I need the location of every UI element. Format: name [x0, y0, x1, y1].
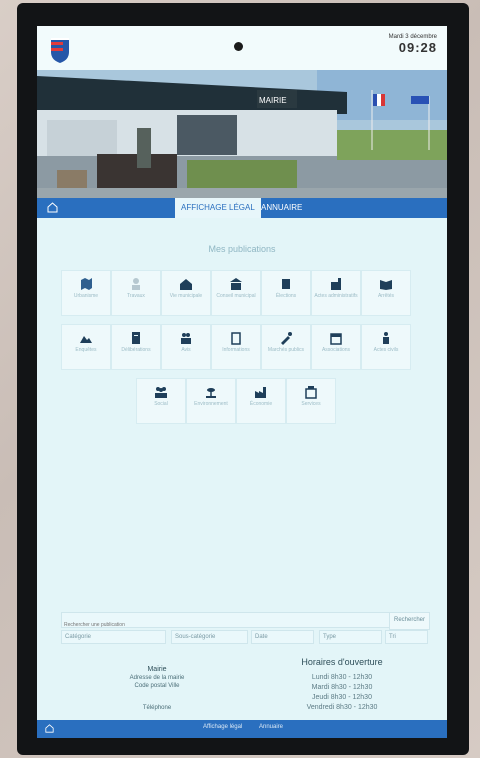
hours-line: Mardi 8h30 - 12h30: [311, 684, 373, 691]
contact-address: Adresse de la mairie: [129, 675, 185, 681]
category-label: Associations: [321, 347, 351, 353]
category-label: Urbanisme: [73, 293, 99, 299]
category-label: Social: [154, 401, 168, 407]
category-label: Élections: [275, 293, 297, 299]
hours-line: Lundi 8h30 - 12h30: [311, 674, 373, 681]
factory-icon: [331, 278, 341, 290]
services-icon: [305, 386, 317, 399]
category-tile[interactable]: Vie municipale: [161, 270, 211, 316]
category-tile[interactable]: Environnement: [186, 378, 236, 424]
hours-title: Horaires d'ouverture: [301, 657, 383, 667]
clipboard-icon: [231, 332, 241, 345]
photo-sign: MAIRIE: [259, 96, 287, 105]
category-tile[interactable]: Travaux: [111, 270, 161, 316]
footer-link-affichage[interactable]: Affichage légal: [203, 724, 242, 730]
category-tile[interactable]: Actes administratifs: [311, 270, 361, 316]
hours-line: Jeudi 8h30 - 12h30: [312, 694, 372, 701]
landscape-icon: [80, 336, 92, 343]
filter-category[interactable]: Catégorie: [61, 630, 166, 644]
top-bar: Mardi 3 décembre 09:28: [37, 26, 447, 72]
document-icon: [132, 332, 140, 344]
footer-bar: Affichage légal Annuaire: [37, 720, 447, 738]
tools-icon: [281, 332, 292, 345]
category-label: Vie municipale: [169, 293, 203, 299]
contact-phone: Téléphone: [142, 705, 172, 711]
book-icon: [380, 280, 392, 290]
category-label: Actes administratifs: [314, 293, 358, 299]
category-label: Services: [301, 401, 321, 407]
category-tile[interactable]: Urbanisme: [61, 270, 111, 316]
search-button[interactable]: Rechercher: [389, 612, 431, 630]
opening-hours: Horaires d'ouverture Lundi 8h30 - 12h30 …: [267, 657, 417, 713]
category-label: Délibérations: [121, 347, 151, 353]
category-tile[interactable]: Enquêtes: [61, 324, 111, 370]
category-tile[interactable]: Actes civils: [361, 324, 411, 370]
building-icon: [230, 278, 242, 290]
contact-city: Code postal Ville: [134, 683, 180, 689]
section-title: Mes publications: [208, 244, 276, 254]
main-nav: AFFICHAGE LÉGAL ANNUAIRE: [37, 198, 447, 218]
group-icon: [155, 387, 167, 398]
plant-icon: [206, 388, 216, 398]
category-tile[interactable]: Élections: [261, 270, 311, 316]
camera-dot: [234, 42, 243, 51]
ballot-icon: [282, 279, 290, 289]
category-label: Économie: [249, 401, 273, 407]
category-label: Informations: [222, 347, 250, 353]
industry-icon: [255, 387, 266, 398]
category-tile[interactable]: Informations: [211, 324, 261, 370]
category-tile[interactable]: Services: [286, 378, 336, 424]
category-tile[interactable]: Associations: [311, 324, 361, 370]
category-tile[interactable]: Avis: [161, 324, 211, 370]
family-icon: [383, 332, 389, 344]
category-tile[interactable]: Arrêtés: [361, 270, 411, 316]
category-label: Avis: [181, 347, 191, 353]
kiosk-screen: Mardi 3 décembre 09:28 MAIRIE AFFICHAGE …: [37, 26, 447, 738]
tab-affichage-legal[interactable]: AFFICHAGE LÉGAL: [175, 198, 261, 218]
filter-date[interactable]: Date: [251, 630, 314, 644]
worker-icon: [132, 278, 140, 290]
category-tile[interactable]: Délibérations: [111, 324, 161, 370]
category-tile[interactable]: Social: [136, 378, 186, 424]
contact-block: Mairie Adresse de la mairie Code postal …: [97, 666, 217, 712]
category-tile[interactable]: Conseil municipal: [211, 270, 261, 316]
search-box[interactable]: [61, 612, 394, 632]
category-label: Actes civils: [373, 347, 399, 353]
house-icon: [180, 279, 192, 290]
filter-type[interactable]: Type: [319, 630, 382, 644]
datetime: Mardi 3 décembre 09:28: [389, 34, 437, 55]
category-label: Enquêtes: [75, 347, 97, 353]
town-logo[interactable]: [49, 36, 71, 64]
footer-home-icon[interactable]: [45, 724, 54, 733]
footer-link-annuaire[interactable]: Annuaire: [259, 724, 283, 730]
category-label: Travaux: [127, 293, 145, 299]
contact-name: Mairie: [147, 666, 167, 673]
map-icon: [81, 278, 92, 290]
people-icon: [181, 333, 191, 344]
category-label: Environnement: [194, 401, 228, 407]
tab-annuaire[interactable]: ANNUAIRE: [261, 198, 302, 218]
category-label: Marchés publics: [267, 347, 305, 353]
category-label: Conseil municipal: [216, 293, 256, 299]
filter-subcategory[interactable]: Sous-catégorie: [171, 630, 248, 644]
hours-line: Vendredi 8h30 - 12h30: [306, 704, 378, 711]
filter-sort[interactable]: Tri: [385, 630, 428, 644]
home-icon[interactable]: [47, 202, 58, 213]
town-hall-photo: MAIRIE: [37, 70, 447, 198]
category-label: Arrêtés: [377, 293, 395, 299]
category-tile[interactable]: Marchés publics: [261, 324, 311, 370]
calendar-icon: [330, 333, 342, 345]
category-tile[interactable]: Économie: [236, 378, 286, 424]
time-text: 09:28: [398, 40, 437, 55]
